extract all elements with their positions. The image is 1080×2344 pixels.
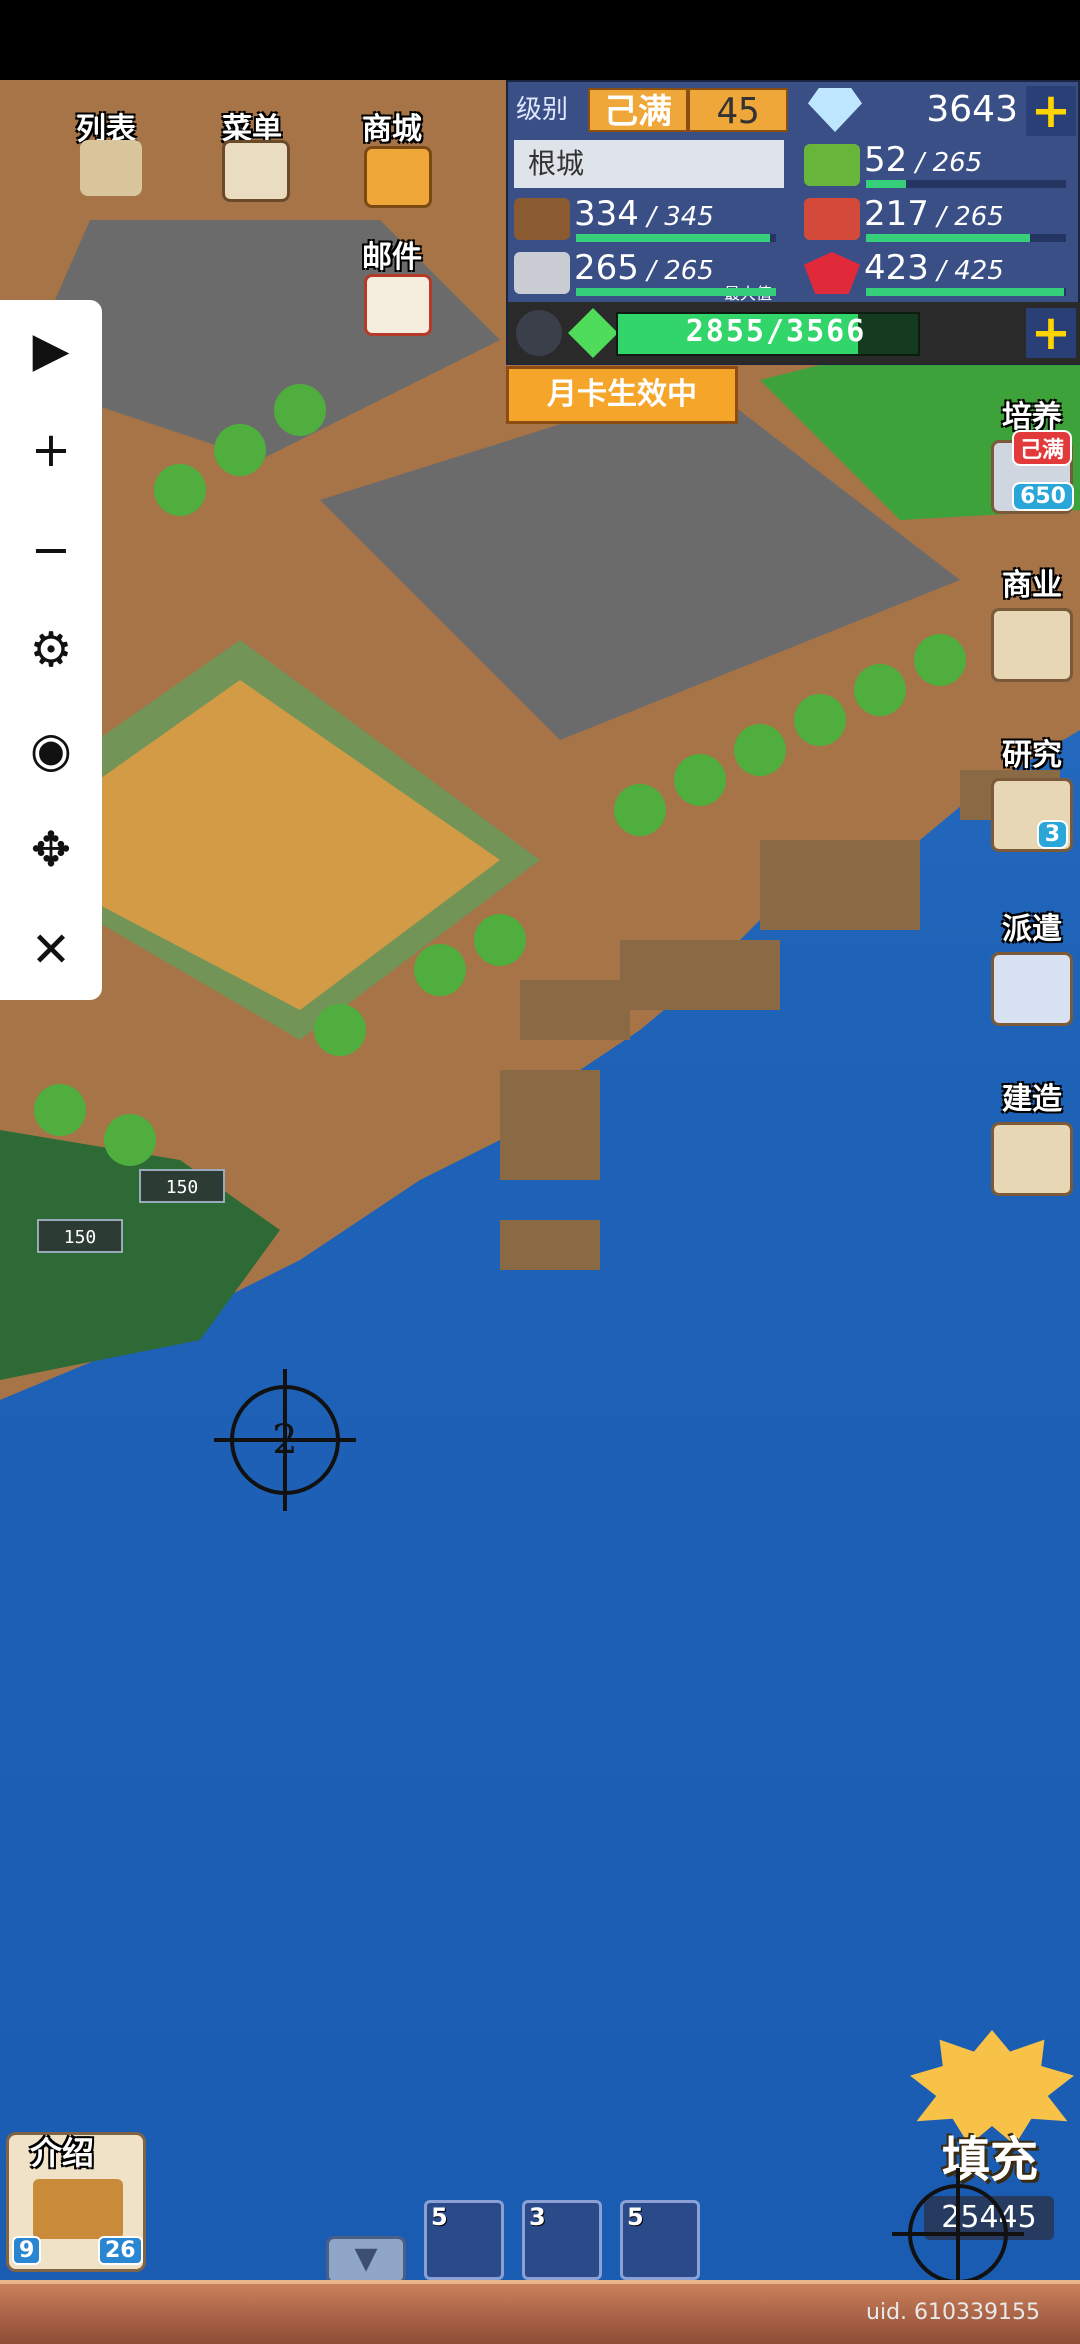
fill-label: 填充 bbox=[941, 2132, 1038, 2188]
zoom-in-icon[interactable]: + bbox=[0, 400, 102, 500]
slot-tower[interactable]: 5 bbox=[424, 2200, 504, 2280]
dispatch-button[interactable]: 派遣 bbox=[990, 904, 1074, 1026]
moon-icon bbox=[516, 310, 562, 356]
fruit-progress-bar bbox=[866, 234, 1066, 242]
ore-max: 265 bbox=[664, 256, 714, 286]
ore-icon bbox=[514, 252, 570, 294]
tool-panel: ▶ + − ⚙ ◉ ✥ ✕ bbox=[0, 300, 102, 1000]
play-icon[interactable]: ▶ bbox=[0, 300, 102, 400]
wood-current: 334 bbox=[574, 194, 639, 234]
crosshair-label: 2 bbox=[272, 1417, 298, 1463]
add-gems-button[interactable]: + bbox=[1026, 308, 1076, 358]
train-count-badge: 650 bbox=[1012, 482, 1074, 511]
food-current: 52 bbox=[864, 140, 908, 180]
level-status-badge: 己满 bbox=[588, 88, 688, 132]
research-label: 研究 bbox=[1002, 738, 1062, 773]
ruby-max: 425 bbox=[954, 256, 1004, 286]
gear-icon[interactable]: ⚙ bbox=[0, 600, 102, 700]
fruit-max: 265 bbox=[954, 202, 1004, 232]
diamond-icon bbox=[808, 88, 862, 132]
zoom-out-icon[interactable]: − bbox=[0, 500, 102, 600]
diamond-count: 3643 bbox=[926, 89, 1018, 130]
slot-count: 5 bbox=[431, 2203, 448, 2231]
ruby-resource: 423 / 425 bbox=[804, 248, 1074, 298]
ore-resource: 265 / 265 最大值 bbox=[514, 248, 794, 303]
hammer-icon bbox=[991, 1122, 1073, 1196]
plot-price-label: 150 bbox=[64, 1227, 97, 1248]
build-label: 建造 bbox=[1002, 1082, 1062, 1117]
status-bar bbox=[0, 0, 1080, 80]
fill-crosshair-icon[interactable] bbox=[892, 2168, 1024, 2300]
intro-right-badge: 26 bbox=[98, 2236, 143, 2265]
intro-left-badge: 9 bbox=[12, 2236, 42, 2265]
food-resource: 52 / 265 bbox=[804, 140, 1074, 190]
ore-progress-bar bbox=[576, 288, 776, 296]
shop-icon[interactable] bbox=[364, 146, 432, 208]
wood-max: 345 bbox=[664, 202, 714, 232]
target-crosshair[interactable]: 2 bbox=[214, 1369, 356, 1511]
flag-icon bbox=[991, 952, 1073, 1026]
wood-resource: 334 / 345 bbox=[514, 194, 794, 244]
slot-flag[interactable]: 3 bbox=[522, 2200, 602, 2280]
move-icon[interactable]: ✥ bbox=[0, 800, 102, 900]
train-status-badge: 己满 bbox=[1011, 430, 1072, 466]
intro-label: 介绍 bbox=[30, 2134, 95, 2172]
list-icon[interactable] bbox=[80, 140, 142, 196]
ship-icon bbox=[33, 2179, 123, 2239]
food-max: 265 bbox=[932, 148, 983, 178]
dispatch-label: 派遣 bbox=[1002, 912, 1062, 947]
uid-label: uid. 610339155 bbox=[866, 2300, 1040, 2325]
mail-button[interactable]: 邮件 bbox=[362, 232, 422, 276]
add-diamonds-button[interactable]: + bbox=[1026, 86, 1076, 136]
business-label: 商业 bbox=[1002, 568, 1062, 603]
gem-progress-text: 2855/3566 bbox=[685, 314, 867, 349]
level-label: 级别 bbox=[516, 95, 569, 125]
signboard-icon[interactable] bbox=[222, 140, 290, 202]
mail-icon[interactable] bbox=[364, 274, 432, 336]
wood-progress-bar bbox=[576, 234, 776, 242]
house-icon bbox=[991, 608, 1073, 682]
close-icon[interactable]: ✕ bbox=[0, 900, 102, 1000]
ruby-icon bbox=[804, 252, 860, 294]
green-gem-icon bbox=[568, 308, 618, 358]
slot-cave[interactable]: 5 bbox=[620, 2200, 700, 2280]
food-progress-bar bbox=[866, 180, 1066, 188]
plot-price-label: 150 bbox=[166, 1177, 199, 1198]
fruit-resource: 217 / 265 bbox=[804, 194, 1074, 244]
ruby-progress-bar bbox=[866, 288, 1066, 296]
city-name: 根城 bbox=[514, 140, 784, 188]
fruit-basket-icon bbox=[804, 198, 860, 240]
research-count-badge: 3 bbox=[1036, 820, 1068, 849]
crop-icon bbox=[804, 144, 860, 186]
level-value: 45 bbox=[688, 88, 788, 132]
fruit-current: 217 bbox=[864, 194, 929, 234]
resource-hud: 级别 己满 45 3643 + 根城 52 / 265 334 / 345 21… bbox=[506, 80, 1080, 365]
slot-count: 3 bbox=[529, 2203, 546, 2231]
gem-progress-row: 2855/3566 + bbox=[508, 302, 1080, 364]
ruby-current: 423 bbox=[864, 248, 929, 288]
month-card-badge[interactable]: 月卡生效中 bbox=[506, 366, 738, 424]
shop-button[interactable]: 商城 bbox=[362, 104, 422, 148]
eye-hide-icon[interactable]: ◉ bbox=[0, 700, 102, 800]
business-button[interactable]: 商业 bbox=[990, 560, 1074, 682]
ore-current: 265 bbox=[574, 248, 639, 288]
build-button[interactable]: 建造 bbox=[990, 1074, 1074, 1196]
expand-dropdown-button[interactable]: ▼ bbox=[326, 2236, 406, 2284]
wood-log-icon bbox=[514, 198, 570, 240]
slot-count: 5 bbox=[627, 2203, 644, 2231]
